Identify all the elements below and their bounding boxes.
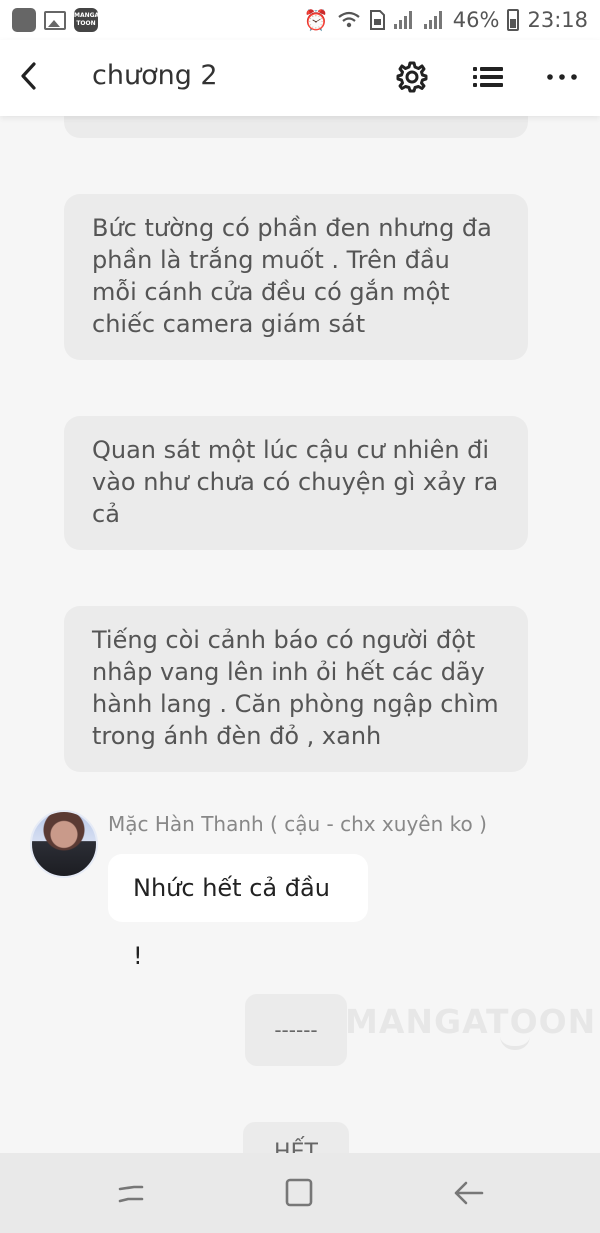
more-options-button[interactable] [544,58,580,96]
wifi-icon [338,11,360,28]
watermark-logo: MANGATOON [345,1002,597,1041]
chat-content[interactable]: Bức tường có phần đen nhưng đa phần là t… [0,116,600,1153]
more-dots-icon [547,74,577,80]
gallery-icon [44,10,66,30]
system-nav-bar [0,1153,600,1233]
sim-icon [369,10,385,30]
character-avatar[interactable] [30,810,98,878]
narration-bubble-partial [64,116,528,138]
page-title: chương 2 [92,60,218,91]
narration-bubble: Bức tường có phần đen nhưng đa phần là t… [64,194,528,360]
battery-percent: 46% [452,8,500,32]
chapter-list-button[interactable] [470,58,506,96]
speaker-name: Mặc Hàn Thanh ( cậu - chx xuyên ko ) [108,812,487,836]
system-back-button[interactable] [448,1175,488,1211]
back-arrow-icon [454,1181,484,1205]
chevron-left-icon [21,62,36,90]
home-button[interactable] [280,1175,320,1211]
speech-bubble: Nhức hết cả đầu ! [108,854,368,970]
battery-icon [507,9,520,31]
watermark-smile-icon [500,1036,530,1050]
narration-bubble: Tiếng còi cảnh báo có người đột nhâp van… [64,606,528,772]
status-left: MANGA TOON [12,8,99,32]
list-icon [473,67,503,87]
status-right: ⏰ 46% 23:18 [304,8,588,32]
recent-apps-icon [118,1185,144,1203]
end-bubble-partial: HẾT [243,1122,349,1153]
clock: 23:18 [527,8,588,32]
gear-icon [396,61,428,93]
back-button[interactable] [14,56,50,96]
app-notification-icon [12,8,36,32]
narration-bubble: Quan sát một lúc cậu cư nhiên đi vào như… [64,416,528,550]
alarm-icon: ⏰ [303,8,329,32]
recent-apps-button[interactable] [112,1175,152,1211]
app-header: chương 2 [0,40,600,116]
home-square-icon [285,1178,313,1207]
signal-2-icon [423,11,442,29]
settings-button[interactable] [393,58,431,96]
status-bar: MANGA TOON ⏰ 46% 23:18 [0,0,600,40]
signal-1-icon [393,11,412,29]
mangatoon-logo-icon: MANGA TOON [74,8,99,32]
divider-bubble: ------ [245,994,347,1066]
